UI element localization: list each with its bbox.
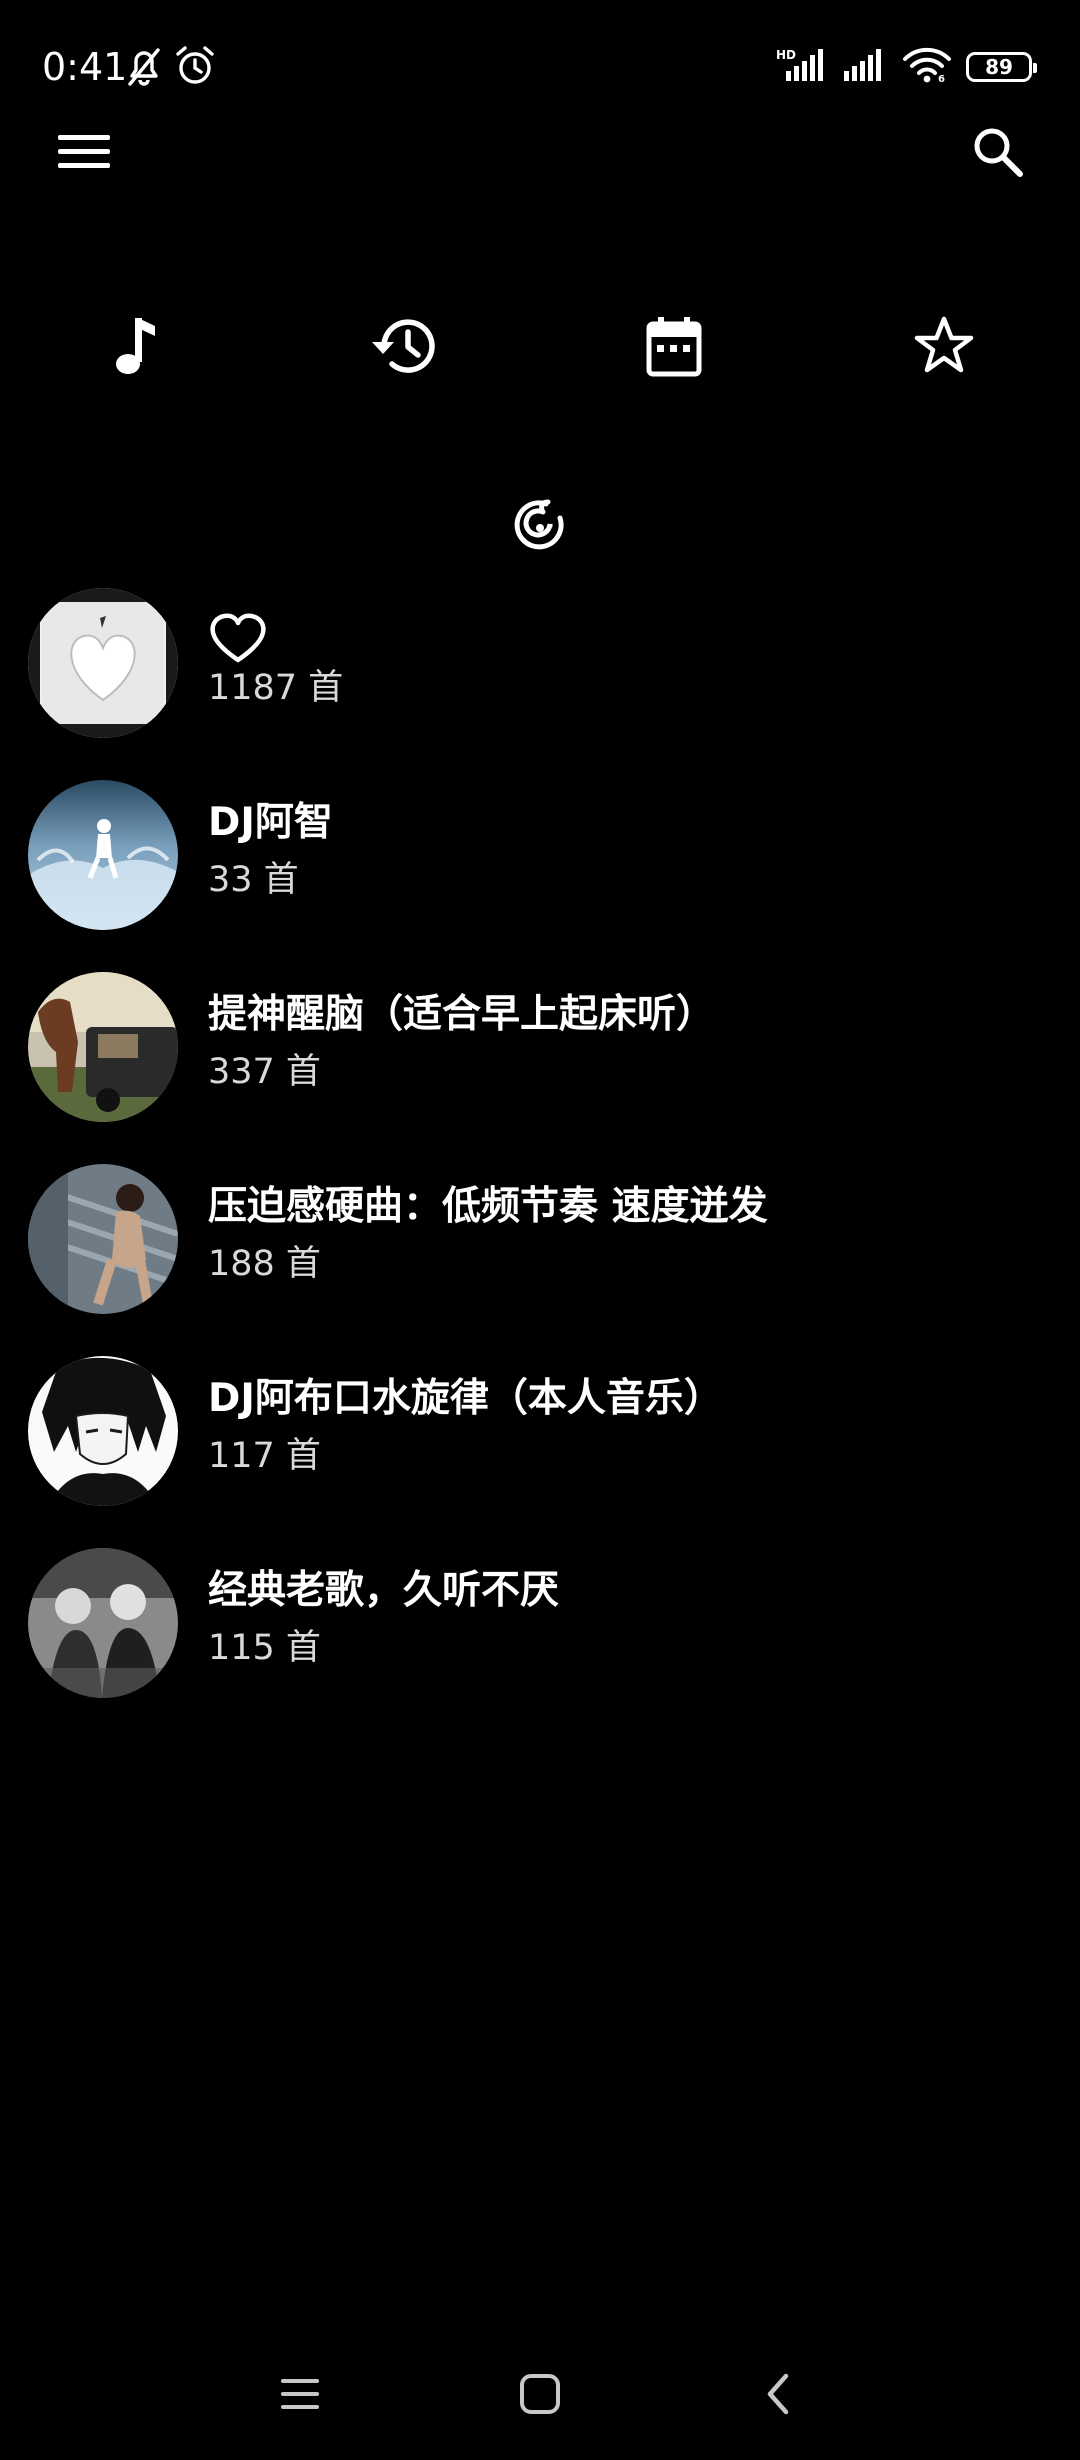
playlist-count: 33 首 [208, 860, 299, 900]
playlist-title: DJ阿智 [208, 800, 333, 845]
local-music-button[interactable] [86, 300, 182, 396]
playlist-title: 压迫感硬曲：低频节奏 速度迸发 [208, 1184, 768, 1229]
home-icon [518, 2372, 562, 2420]
favorites-button[interactable] [896, 300, 992, 396]
playlist-item[interactable]: DJ阿布口水旋律（本人音乐） 117 首 [0, 1356, 1080, 1524]
playlist-cover [28, 1164, 178, 1314]
status-left-icons [124, 44, 216, 92]
history-button[interactable] [356, 300, 452, 396]
playlist-title: 经典老歌，久听不厌 [208, 1568, 560, 1613]
playlist-item-liked[interactable]: 1187 首 [0, 588, 1080, 756]
playlist-cover [28, 780, 178, 930]
netease-music-logo-icon [510, 496, 570, 556]
quick-action-row [0, 300, 1080, 396]
playlist-cover [28, 588, 178, 738]
svg-text:6: 6 [938, 74, 945, 84]
calendar-icon [645, 315, 703, 381]
playlist-item[interactable]: 经典老歌，久听不厌 115 首 [0, 1548, 1080, 1716]
playlist-item[interactable]: 压迫感硬曲：低频节奏 速度迸发 188 首 [0, 1164, 1080, 1332]
status-bar: 0:41 HD 6 89 [0, 0, 1080, 130]
history-icon [370, 314, 438, 382]
status-right-icons: HD 6 89 [776, 46, 1037, 88]
playlist-cover [28, 1356, 178, 1506]
playlist-cover [28, 972, 178, 1122]
music-note-icon [109, 314, 159, 382]
svg-text:HD: HD [776, 48, 796, 62]
alarm-icon [174, 44, 216, 92]
status-time: 0:41 [42, 45, 128, 89]
recents-button[interactable] [260, 2360, 340, 2432]
playlist-title: 提神醒脑（适合早上起床听） [208, 992, 716, 1037]
battery-icon: 89 [966, 52, 1037, 82]
bell-off-icon [124, 44, 164, 92]
wifi-icon: 6 [902, 46, 952, 88]
playlist-count: 188 首 [208, 1244, 321, 1284]
menu-button[interactable] [48, 124, 120, 184]
playlist-count: 1187 首 [208, 668, 344, 708]
heart-outline-icon [208, 612, 268, 664]
playlist-count: 115 首 [208, 1628, 321, 1668]
signal-icon [842, 47, 888, 87]
system-nav-bar [0, 2360, 1080, 2432]
home-button[interactable] [500, 2360, 580, 2432]
menu-icon [56, 132, 112, 176]
playlist-count: 117 首 [208, 1436, 321, 1476]
star-icon [912, 315, 976, 381]
playlist-item[interactable]: DJ阿智 33 首 [0, 780, 1080, 948]
search-icon [971, 125, 1025, 183]
calendar-button[interactable] [626, 300, 722, 396]
back-icon [760, 2370, 796, 2422]
recents-icon [278, 2374, 322, 2418]
hd-signal-icon: HD [776, 47, 828, 87]
search-button[interactable] [962, 122, 1034, 186]
playlist-cover [28, 1548, 178, 1698]
playlist-item[interactable]: 提神醒脑（适合早上起床听） 337 首 [0, 972, 1080, 1140]
playlist-title: DJ阿布口水旋律（本人音乐） [208, 1376, 723, 1421]
back-button[interactable] [738, 2360, 818, 2432]
playlist-count: 337 首 [208, 1052, 321, 1092]
battery-level: 89 [985, 55, 1013, 79]
